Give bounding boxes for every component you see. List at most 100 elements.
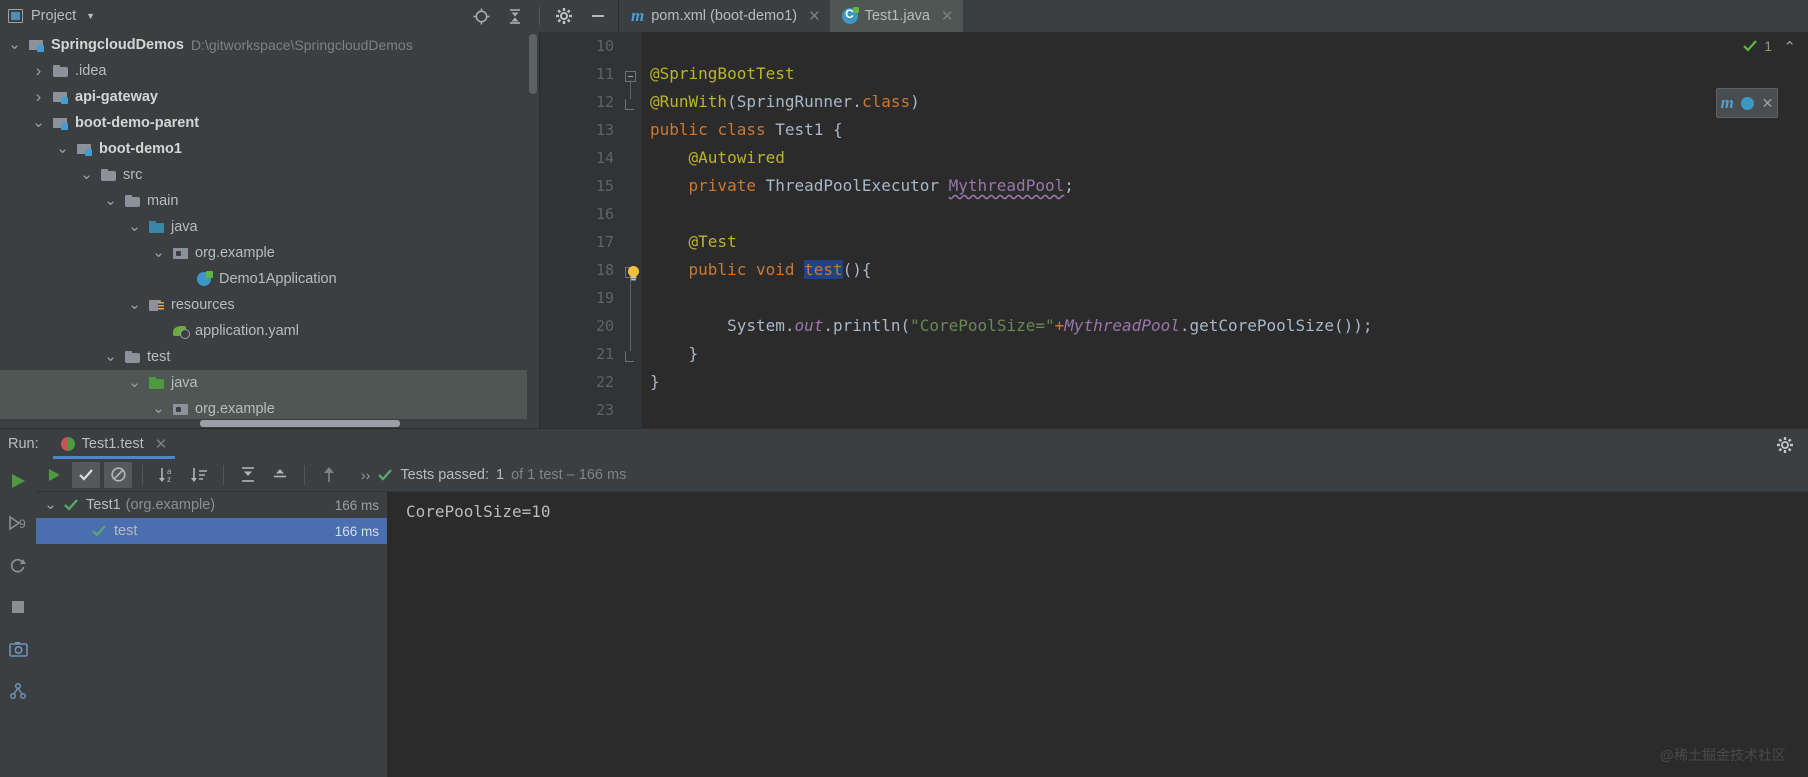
maven-m-icon[interactable]: m (1721, 93, 1734, 113)
tree-item-springclouddemos[interactable]: ⌄ SpringcloudDemos D:\gitworkspace\Springc… (0, 32, 539, 58)
test-tree-row-test[interactable]: test 166 ms (36, 518, 387, 544)
tree-horizontal-scrollbar[interactable] (0, 419, 539, 428)
check-green-icon (1743, 40, 1758, 52)
code-line[interactable]: System.out.println("CorePoolSize="+Mythr… (650, 312, 1808, 340)
svg-text:z: z (167, 475, 171, 484)
chevron-down-icon[interactable]: ⌄ (128, 297, 141, 312)
minimize-icon[interactable] (588, 6, 608, 26)
editor-tab-pom-xml[interactable]: m pom.xml (boot-demo1) ✕ (619, 0, 830, 32)
fold-collapse-icon[interactable] (625, 69, 636, 82)
sort-by-duration-button[interactable] (185, 462, 213, 488)
run-test-button[interactable] (40, 462, 68, 488)
chevron-down-icon[interactable]: ⌄ (104, 193, 117, 208)
collapse-all-button[interactable] (266, 462, 294, 488)
run-tab-test1-test[interactable]: Test1.test ✕ (49, 429, 180, 459)
close-icon[interactable]: ✕ (808, 7, 821, 25)
tree-item-boot-demo1[interactable]: ⌄ boot-demo1 (0, 136, 539, 162)
editor-fold-column[interactable] (620, 32, 642, 428)
editor-vertical-scrollbar[interactable] (1794, 32, 1808, 428)
code-editor[interactable]: 10 11 12 13 14 15 16 17 18 19 20 21 22 23 @SpringBoot… (540, 32, 1808, 428)
editor-code-area[interactable]: @SpringBootTest @RunWith(SpringRunner.cla… (628, 32, 1808, 428)
close-icon[interactable]: ✕ (941, 7, 954, 25)
tree-item-demo1application[interactable]: Demo1Application (0, 266, 539, 292)
chevron-right-icon[interactable]: › (32, 61, 45, 80)
gutter-line-number: 11 (540, 60, 650, 88)
tree-item--idea[interactable]: › .idea (0, 58, 539, 84)
code-line[interactable]: } (650, 340, 1808, 368)
chevron-down-icon[interactable]: ⌄ (44, 497, 57, 512)
expand-all-button[interactable] (234, 462, 262, 488)
package-icon (173, 245, 189, 261)
code-line[interactable] (650, 396, 1808, 424)
chevron-down-icon[interactable]: ⌄ (8, 37, 21, 52)
editor-tab-test1-java[interactable]: Test1.java ✕ (829, 0, 963, 32)
maven-reimport-widget[interactable]: m ✕ (1716, 88, 1778, 118)
chevron-down-icon[interactable]: ⌄ (56, 141, 69, 156)
maven-sync-icon[interactable] (1741, 96, 1755, 110)
tree-item-api-gateway[interactable]: › api-gateway (0, 84, 539, 110)
editor-inspection-status[interactable]: 1 (1742, 38, 1772, 54)
chevron-down-icon[interactable]: ⌄ (152, 401, 165, 416)
editor-gutter[interactable]: 10 11 12 13 14 15 16 17 18 19 20 21 22 23 (540, 32, 650, 428)
test-tree-row-test1[interactable]: ⌄ Test1 (org.example) 166 ms (36, 492, 387, 518)
show-passed-toggle[interactable] (72, 461, 100, 488)
no-arrow-spacer (152, 325, 165, 338)
code-line[interactable]: } (650, 368, 1808, 396)
previous-failed-button[interactable] (315, 462, 343, 488)
chevron-down-icon[interactable]: ⌄ (128, 219, 141, 234)
collapse-all-icon[interactable] (505, 6, 525, 26)
code-line[interactable]: @RunWith(SpringRunner.class) (650, 88, 1808, 116)
chevron-down-icon[interactable]: ⌄ (80, 167, 93, 182)
code-line[interactable] (650, 284, 1808, 312)
tree-item-java[interactable]: ⌄ java (0, 370, 539, 396)
locate-icon[interactable] (471, 6, 491, 26)
module-folder-icon (53, 89, 69, 105)
chevron-down-icon[interactable]: ⌄ (32, 115, 45, 130)
tree-vertical-scrollbar[interactable] (527, 32, 539, 428)
debug-icon[interactable]: 9 (7, 512, 29, 534)
code-line[interactable]: @Autowired (650, 144, 1808, 172)
scrollbar-thumb[interactable] (529, 34, 537, 94)
tree-item-resources[interactable]: ⌄ resources (0, 292, 539, 318)
chevron-down-icon[interactable]: ⌄ (152, 245, 165, 260)
chevron-down-icon[interactable]: ▼ (86, 11, 95, 21)
chevron-down-icon[interactable]: ⌄ (104, 349, 117, 364)
sort-alphabetically-button[interactable]: az (153, 462, 181, 488)
rerun-icon[interactable] (7, 554, 29, 576)
tree-item-application-yaml[interactable]: application.yaml (0, 318, 539, 344)
close-icon[interactable]: ✕ (1762, 95, 1774, 112)
code-line[interactable]: @SpringBootTest (650, 60, 1808, 88)
tree-item-test[interactable]: ⌄ test (0, 344, 539, 370)
close-icon[interactable]: ✕ (155, 435, 168, 453)
run-body: 9 a z ›› Tests passed: 1 of 1 test – 166… (0, 458, 1808, 777)
tree-item-boot-demo-parent[interactable]: ⌄ boot-demo-parent (0, 110, 539, 136)
code-line[interactable]: public void test(){ (628, 256, 1808, 284)
run-icon[interactable] (7, 470, 29, 492)
code-line[interactable]: private ThreadPoolExecutor MythreadPool; (650, 172, 1808, 200)
stop-icon[interactable] (7, 596, 29, 618)
test-results-tree[interactable]: ⌄ Test1 (org.example) 166 ms test 166 ms (36, 492, 388, 777)
editor-tab-label: pom.xml (boot-demo1) (651, 8, 798, 24)
code-token: ; (1064, 176, 1074, 195)
code-line[interactable]: @Test (650, 228, 1808, 256)
tree-item-org-example[interactable]: ⌄ org.example (0, 240, 539, 266)
scrollbar-thumb[interactable] (200, 420, 400, 427)
tree-item-src[interactable]: ⌄ src (0, 162, 539, 188)
screenshot-icon[interactable] (7, 638, 29, 660)
show-ignored-toggle[interactable] (104, 461, 132, 488)
divider (304, 464, 305, 485)
code-line[interactable]: public class Test1 { (650, 116, 1808, 144)
intention-bulb-icon[interactable] (626, 262, 641, 281)
gear-icon[interactable] (554, 6, 574, 26)
tree-item-main[interactable]: ⌄ main (0, 188, 539, 214)
structure-icon[interactable] (7, 680, 29, 702)
console-output[interactable]: CorePoolSize=10 @稀土掘金技术社区 (388, 492, 1808, 777)
tree-item-java[interactable]: ⌄ java (0, 214, 539, 240)
code-token: ThreadPoolExecutor (765, 176, 949, 195)
code-line[interactable] (650, 32, 1808, 60)
chevron-down-icon[interactable]: ⌄ (128, 375, 141, 390)
gear-icon[interactable] (1776, 436, 1794, 459)
code-line[interactable] (650, 200, 1808, 228)
expand-chevrons-icon[interactable]: ›› (361, 467, 370, 483)
chevron-right-icon[interactable]: › (32, 87, 45, 106)
